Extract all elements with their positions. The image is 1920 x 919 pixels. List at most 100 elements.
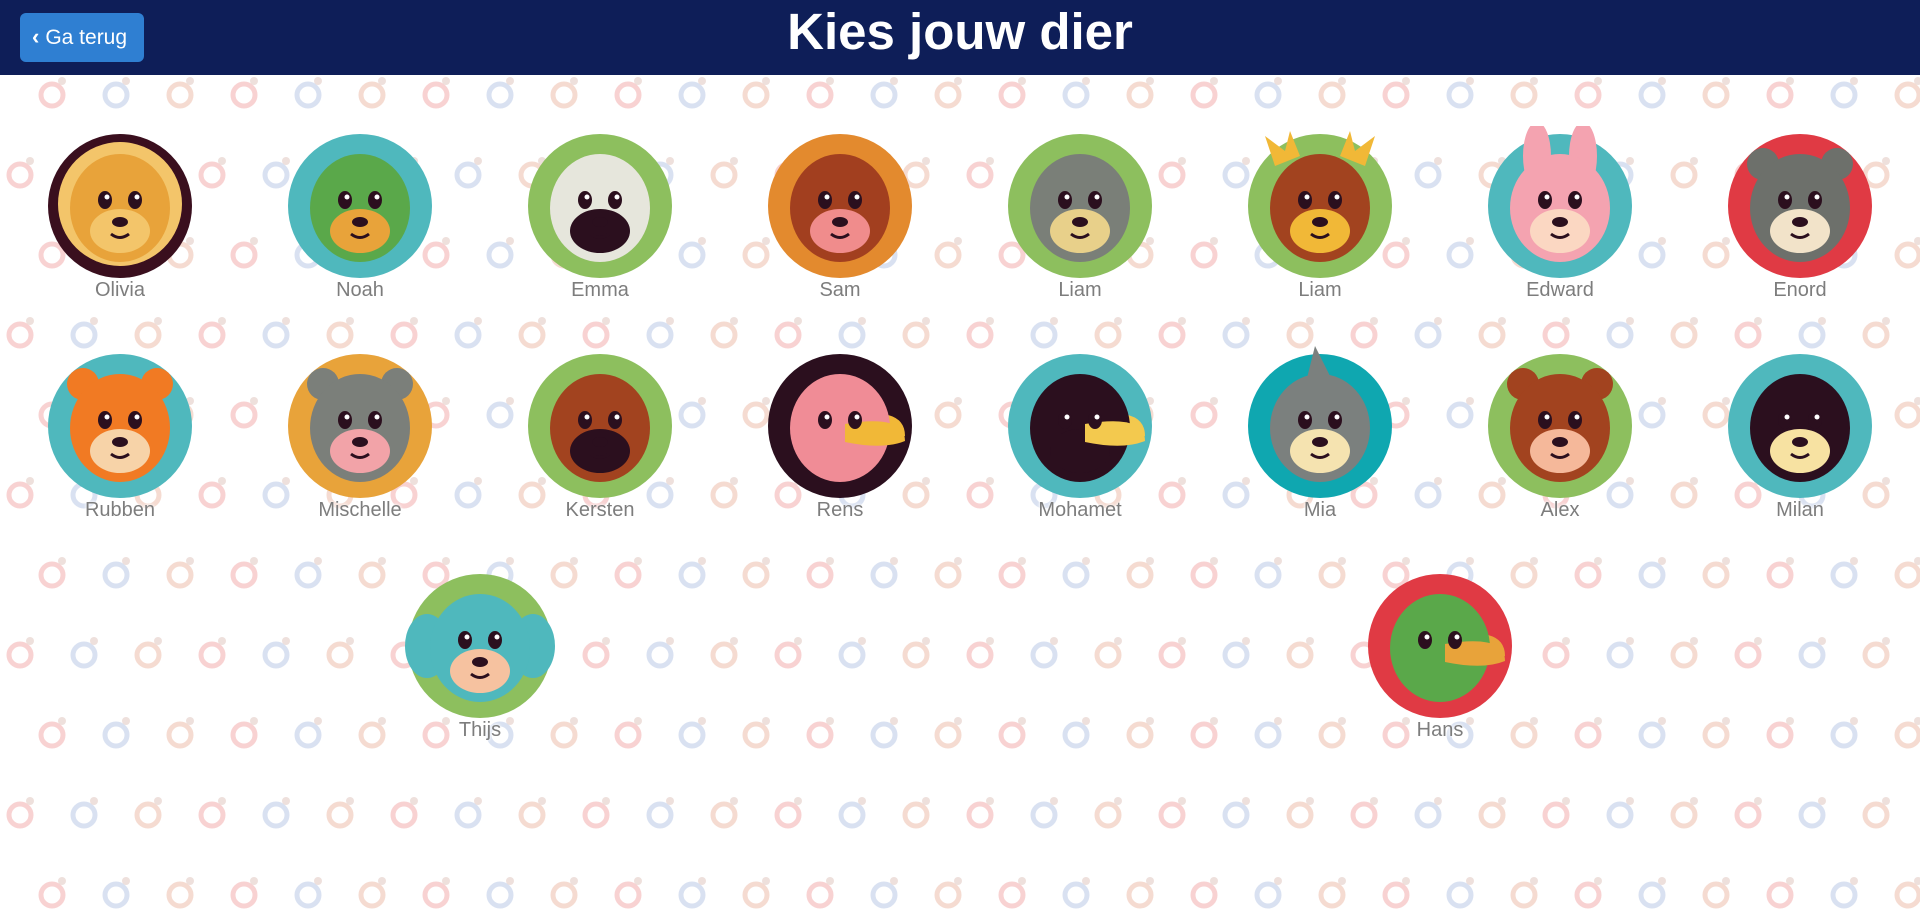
swimmer-head-icon <box>1594 717 1602 725</box>
swimmer-head-icon <box>794 317 802 325</box>
swim-ring-icon <box>870 81 898 109</box>
swimmer-head-icon <box>1658 557 1666 565</box>
swimmer-head-icon <box>1722 77 1730 85</box>
horse-icon <box>528 354 672 498</box>
swim-ring-icon <box>774 801 802 829</box>
elephant-icon <box>405 574 555 718</box>
swim-ring-icon <box>230 721 258 749</box>
animal-card[interactable]: Sam <box>740 126 940 302</box>
penguin-icon <box>1728 354 1872 498</box>
animal-card[interactable]: Milan <box>1700 346 1900 522</box>
swim-ring-icon <box>1542 641 1570 669</box>
swim-ring-icon <box>1830 721 1858 749</box>
swimmer-head-icon <box>474 157 482 165</box>
swimmer-head-icon <box>1562 637 1570 645</box>
swim-ring-icon <box>646 321 674 349</box>
swim-ring-icon <box>230 401 258 429</box>
swim-ring-icon <box>1542 321 1570 349</box>
swim-ring-icon <box>166 561 194 589</box>
swim-ring-icon <box>998 561 1026 589</box>
swim-ring-icon <box>358 881 386 909</box>
animal-card[interactable]: Liam <box>1220 126 1420 302</box>
swim-ring-icon <box>1830 881 1858 909</box>
swim-ring-icon <box>806 561 834 589</box>
swimmer-head-icon <box>1690 477 1698 485</box>
swim-ring-icon <box>1542 801 1570 829</box>
swim-ring-icon <box>1190 401 1218 429</box>
swimmer-head-icon <box>666 317 674 325</box>
swimmer-head-icon <box>250 397 258 405</box>
swimmer-head-icon <box>1818 797 1826 805</box>
swimmer-head-icon <box>1018 877 1026 885</box>
swimmer-head-icon <box>1626 317 1634 325</box>
swim-ring-icon <box>1126 81 1154 109</box>
swimmer-head-icon <box>602 797 610 805</box>
swim-ring-icon <box>1638 881 1666 909</box>
swim-ring-icon <box>934 561 962 589</box>
animal-card[interactable]: Kersten <box>500 346 700 522</box>
back-button[interactable]: ‹ Ga terug <box>20 13 144 62</box>
swimmer-head-icon <box>58 717 66 725</box>
swim-ring-icon <box>678 881 706 909</box>
animal-name: Noah <box>336 279 384 301</box>
swim-ring-icon <box>998 81 1026 109</box>
swimmer-head-icon <box>1210 557 1218 565</box>
swim-ring-icon <box>1830 81 1858 109</box>
swimmer-head-icon <box>602 317 610 325</box>
swimmer-head-icon <box>954 557 962 565</box>
swim-ring-icon <box>1894 881 1920 909</box>
animal-card[interactable]: Emma <box>500 126 700 302</box>
swimmer-head-icon <box>1242 637 1250 645</box>
swimmer-head-icon <box>698 557 706 565</box>
animal-card[interactable]: Rubben <box>20 346 220 522</box>
swimmer-head-icon <box>794 637 802 645</box>
swim-ring-icon <box>1414 321 1442 349</box>
swimmer-head-icon <box>986 317 994 325</box>
swim-ring-icon <box>1862 321 1890 349</box>
swim-ring-icon <box>1190 881 1218 909</box>
animal-card[interactable]: Mischelle <box>260 346 460 522</box>
swimmer-head-icon <box>314 717 322 725</box>
animal-card[interactable]: Edward <box>1460 126 1660 302</box>
swim-ring-icon <box>6 321 34 349</box>
swimmer-head-icon <box>1402 557 1410 565</box>
swim-ring-icon <box>806 721 834 749</box>
swim-ring-icon <box>422 81 450 109</box>
animal-card[interactable]: Mia <box>1220 346 1420 522</box>
swim-ring-icon <box>166 721 194 749</box>
back-button-label: Ga terug <box>45 25 128 49</box>
swimmer-head-icon <box>1722 557 1730 565</box>
animal-card[interactable]: Rens <box>740 346 940 522</box>
swimmer-head-icon <box>634 77 642 85</box>
animal-card[interactable]: Enord <box>1700 126 1900 302</box>
animal-name: Thijs <box>458 719 502 741</box>
animal-card[interactable]: Liam <box>980 126 1180 302</box>
animal-name: Alex <box>1540 499 1580 521</box>
swim-ring-icon <box>326 801 354 829</box>
swim-ring-icon <box>582 641 610 669</box>
shark-icon <box>1248 346 1392 498</box>
animal-card[interactable]: Mohamet <box>980 346 1180 522</box>
swim-ring-icon <box>1574 81 1602 109</box>
swimmer-head-icon <box>1658 77 1666 85</box>
swim-ring-icon <box>742 721 770 749</box>
animal-card[interactable]: Olivia <box>20 126 220 302</box>
swimmer-head-icon <box>474 477 482 485</box>
swimmer-head-icon <box>1754 637 1762 645</box>
animal-name: Hans <box>1416 719 1464 741</box>
animal-card[interactable]: Alex <box>1460 346 1660 522</box>
swimmer-head-icon <box>1146 877 1154 885</box>
swimmer-head-icon <box>954 237 962 245</box>
swim-ring-icon <box>1510 81 1538 109</box>
swim-ring-icon <box>1606 641 1634 669</box>
swimmer-head-icon <box>346 637 354 645</box>
swim-ring-icon <box>38 721 66 749</box>
swim-ring-icon <box>1126 561 1154 589</box>
animal-card[interactable]: Noah <box>260 126 460 302</box>
swimmer-head-icon <box>90 637 98 645</box>
animal-card[interactable]: Hans <box>1340 566 1540 742</box>
swim-ring-icon <box>1222 801 1250 829</box>
animal-card[interactable]: Thijs <box>380 566 580 742</box>
zebra-icon <box>528 134 672 278</box>
swim-ring-icon <box>422 881 450 909</box>
